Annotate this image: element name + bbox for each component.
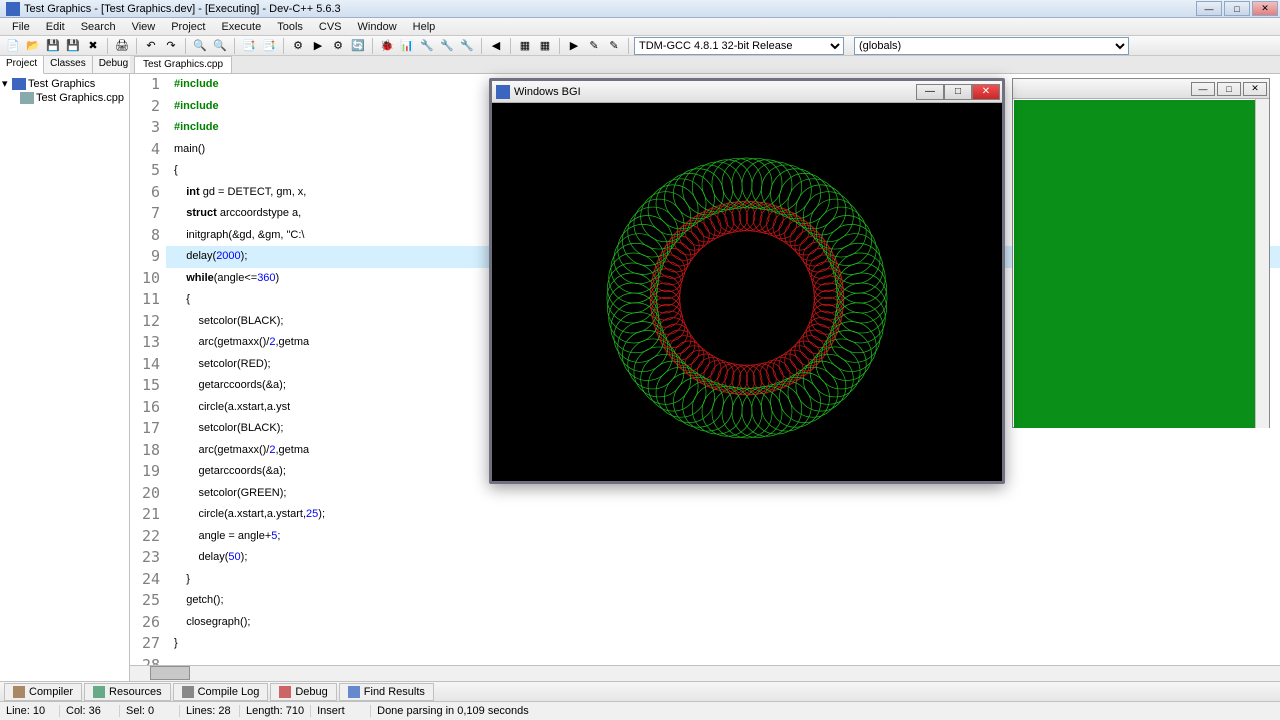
- btab-debug[interactable]: Debug: [270, 683, 336, 701]
- close-file-icon[interactable]: ✖: [84, 37, 102, 55]
- secondary-window-body: [1014, 100, 1268, 428]
- menu-cvs[interactable]: CVS: [311, 21, 350, 33]
- tab-project[interactable]: Project: [0, 56, 44, 74]
- goto-icon[interactable]: 📑: [260, 37, 278, 55]
- menu-file[interactable]: File: [4, 21, 38, 33]
- line-gutter: 1234567891011121314151617181920212223242…: [130, 74, 166, 665]
- project-tree: ▾ Test Graphics Test Graphics.cpp: [0, 74, 129, 107]
- sec-minimize-button[interactable]: —: [1191, 82, 1215, 96]
- status-col: Col: 36: [60, 705, 120, 717]
- print-icon[interactable]: 🖨: [113, 37, 131, 55]
- left-panel: Project Classes Debug ▾ Test Graphics Te…: [0, 56, 130, 681]
- find-icon[interactable]: 🔍: [191, 37, 209, 55]
- btab-findresults[interactable]: Find Results: [339, 683, 434, 701]
- horizontal-scrollbar[interactable]: [130, 665, 1280, 681]
- tool-icon[interactable]: 🔧: [418, 37, 436, 55]
- sec-maximize-button[interactable]: □: [1217, 82, 1241, 96]
- compiler-icon: [13, 686, 25, 698]
- status-msg: Done parsing in 0,109 seconds: [371, 705, 1280, 717]
- tree-root[interactable]: ▾ Test Graphics: [2, 76, 127, 91]
- minimize-button[interactable]: —: [1196, 1, 1222, 16]
- tool5-icon[interactable]: ▦: [516, 37, 534, 55]
- toolbar: 📄 📂 💾 💾 ✖ 🖨 ↶ ↷ 🔍 🔍 📑 📑 ⚙ ▶ ⚙ 🔄 🐞 📊 🔧 🔧 …: [0, 36, 1280, 56]
- tree-child[interactable]: Test Graphics.cpp: [20, 91, 127, 105]
- bgi-canvas: [492, 103, 1002, 481]
- save-all-icon[interactable]: 💾: [64, 37, 82, 55]
- menu-bar: File Edit Search View Project Execute To…: [0, 18, 1280, 36]
- resources-icon: [93, 686, 105, 698]
- app-icon: [6, 2, 20, 16]
- tree-child-label: Test Graphics.cpp: [36, 92, 124, 104]
- tool9-icon[interactable]: ✎: [605, 37, 623, 55]
- rebuild-icon[interactable]: 🔄: [349, 37, 367, 55]
- window-title: Test Graphics - [Test Graphics.dev] - [E…: [24, 3, 1196, 15]
- globals-combo[interactable]: (globals): [854, 37, 1129, 55]
- menu-execute[interactable]: Execute: [213, 21, 269, 33]
- compilelog-icon: [182, 686, 194, 698]
- status-line: Line: 10: [0, 705, 60, 717]
- compile-run-icon[interactable]: ⚙: [329, 37, 347, 55]
- replace-icon[interactable]: 🔍: [211, 37, 229, 55]
- bgi-app-icon: [496, 85, 510, 99]
- profile-icon[interactable]: 📊: [398, 37, 416, 55]
- project-icon: [12, 78, 26, 90]
- menu-project[interactable]: Project: [163, 21, 213, 33]
- debug-icon: [279, 686, 291, 698]
- title-bar: Test Graphics - [Test Graphics.dev] - [E…: [0, 0, 1280, 18]
- run-icon[interactable]: ▶: [309, 37, 327, 55]
- status-bar: Line: 10 Col: 36 Sel: 0 Lines: 28 Length…: [0, 701, 1280, 719]
- bottom-tabs: Compiler Resources Compile Log Debug Fin…: [0, 681, 1280, 701]
- compile-icon[interactable]: ⚙: [289, 37, 307, 55]
- menu-help[interactable]: Help: [405, 21, 444, 33]
- tree-root-label: Test Graphics: [28, 78, 95, 90]
- undo-icon[interactable]: ↶: [142, 37, 160, 55]
- bgi-title: Windows BGI: [514, 86, 916, 98]
- bgi-window: Windows BGI — □ ✕: [489, 78, 1005, 484]
- tool7-icon[interactable]: ▶: [565, 37, 583, 55]
- btab-resources[interactable]: Resources: [84, 683, 171, 701]
- tab-debug[interactable]: Debug: [93, 56, 135, 73]
- bgi-minimize-button[interactable]: —: [916, 84, 944, 100]
- tool3-icon[interactable]: 🔧: [458, 37, 476, 55]
- redo-icon[interactable]: ↷: [162, 37, 180, 55]
- editor-tab[interactable]: Test Graphics.cpp: [134, 56, 232, 73]
- tool2-icon[interactable]: 🔧: [438, 37, 456, 55]
- open-file-icon[interactable]: 📂: [24, 37, 42, 55]
- btab-compiler[interactable]: Compiler: [4, 683, 82, 701]
- bgi-maximize-button[interactable]: □: [944, 84, 972, 100]
- menu-tools[interactable]: Tools: [269, 21, 311, 33]
- compiler-combo[interactable]: TDM-GCC 4.8.1 32-bit Release: [634, 37, 844, 55]
- status-mode: Insert: [311, 705, 371, 717]
- new-file-icon[interactable]: 📄: [4, 37, 22, 55]
- status-sel: Sel: 0: [120, 705, 180, 717]
- status-lines: Lines: 28: [180, 705, 240, 717]
- maximize-button[interactable]: □: [1224, 1, 1250, 16]
- status-length: Length: 710: [240, 705, 311, 717]
- menu-search[interactable]: Search: [73, 21, 124, 33]
- debug-icon[interactable]: 🐞: [378, 37, 396, 55]
- menu-view[interactable]: View: [124, 21, 164, 33]
- menu-window[interactable]: Window: [350, 21, 405, 33]
- findresults-icon: [348, 686, 360, 698]
- tool4-icon[interactable]: ◀: [487, 37, 505, 55]
- tab-classes[interactable]: Classes: [44, 56, 93, 73]
- secondary-window: — □ ✕: [1012, 78, 1270, 428]
- close-button[interactable]: ✕: [1252, 1, 1278, 16]
- menu-edit[interactable]: Edit: [38, 21, 73, 33]
- bgi-close-button[interactable]: ✕: [972, 84, 1000, 100]
- save-icon[interactable]: 💾: [44, 37, 62, 55]
- tool6-icon[interactable]: ▦: [536, 37, 554, 55]
- tool8-icon[interactable]: ✎: [585, 37, 603, 55]
- bookmark-icon[interactable]: 📑: [240, 37, 258, 55]
- btab-compilelog[interactable]: Compile Log: [173, 683, 269, 701]
- secondary-scrollbar[interactable]: [1255, 99, 1269, 428]
- sec-close-button[interactable]: ✕: [1243, 82, 1267, 96]
- file-icon: [20, 92, 34, 104]
